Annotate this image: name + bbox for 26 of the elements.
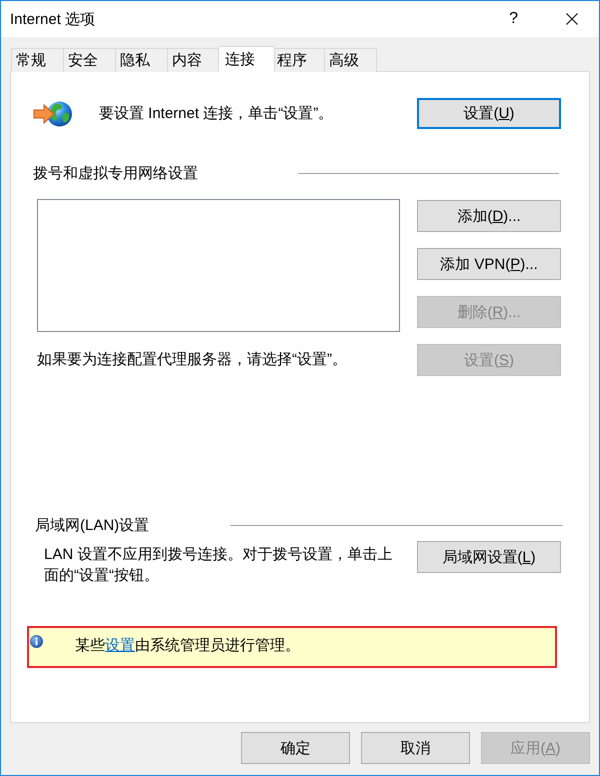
close-icon[interactable] [566,13,578,25]
window-title: Internet 选项 [10,10,96,28]
section-heading: 局域网(LAN)设置 [35,516,150,534]
info-icon [30,635,43,648]
lan-settings-button[interactable]: 局域网设置(L) [417,541,561,573]
ok-button[interactable]: 确定 [241,732,350,764]
settings-link[interactable]: 设置 [105,637,135,654]
setup-instruction: 要设置 Internet 连接，单击“设置”。 [99,104,334,123]
notice-text: 某些设置由系统管理员进行管理。 [75,636,300,656]
connections-list[interactable] [37,199,400,332]
proxy-hint: 如果要为连接配置代理服务器，请选择“设置”。 [37,350,347,370]
lan-description: LAN 设置不应用到拨号连接。对于拨号设置，单击上面的“设置“按钮。 [44,545,394,586]
section-heading: 拨号和虚拟专用网络设置 [33,164,198,182]
tab[interactable]: 常规 [11,48,64,72]
add-button[interactable]: 添加(D)... [417,200,561,232]
tab[interactable]: 高级 [324,48,377,72]
help-button[interactable]: ? [509,10,518,28]
globe-with-arrow-icon [33,98,73,128]
add-vpn-button[interactable]: 添加 VPN(P)... [417,248,561,280]
tab[interactable]: 隐私 [115,48,168,72]
tab[interactable]: 内容 [167,48,220,72]
tab[interactable]: 程序 [272,48,325,72]
tab[interactable]: 安全 [63,48,116,72]
settings-button[interactable]: 设置(U) [417,98,561,129]
cancel-button[interactable]: 取消 [361,732,470,764]
tab[interactable]: 连接 [218,46,275,72]
